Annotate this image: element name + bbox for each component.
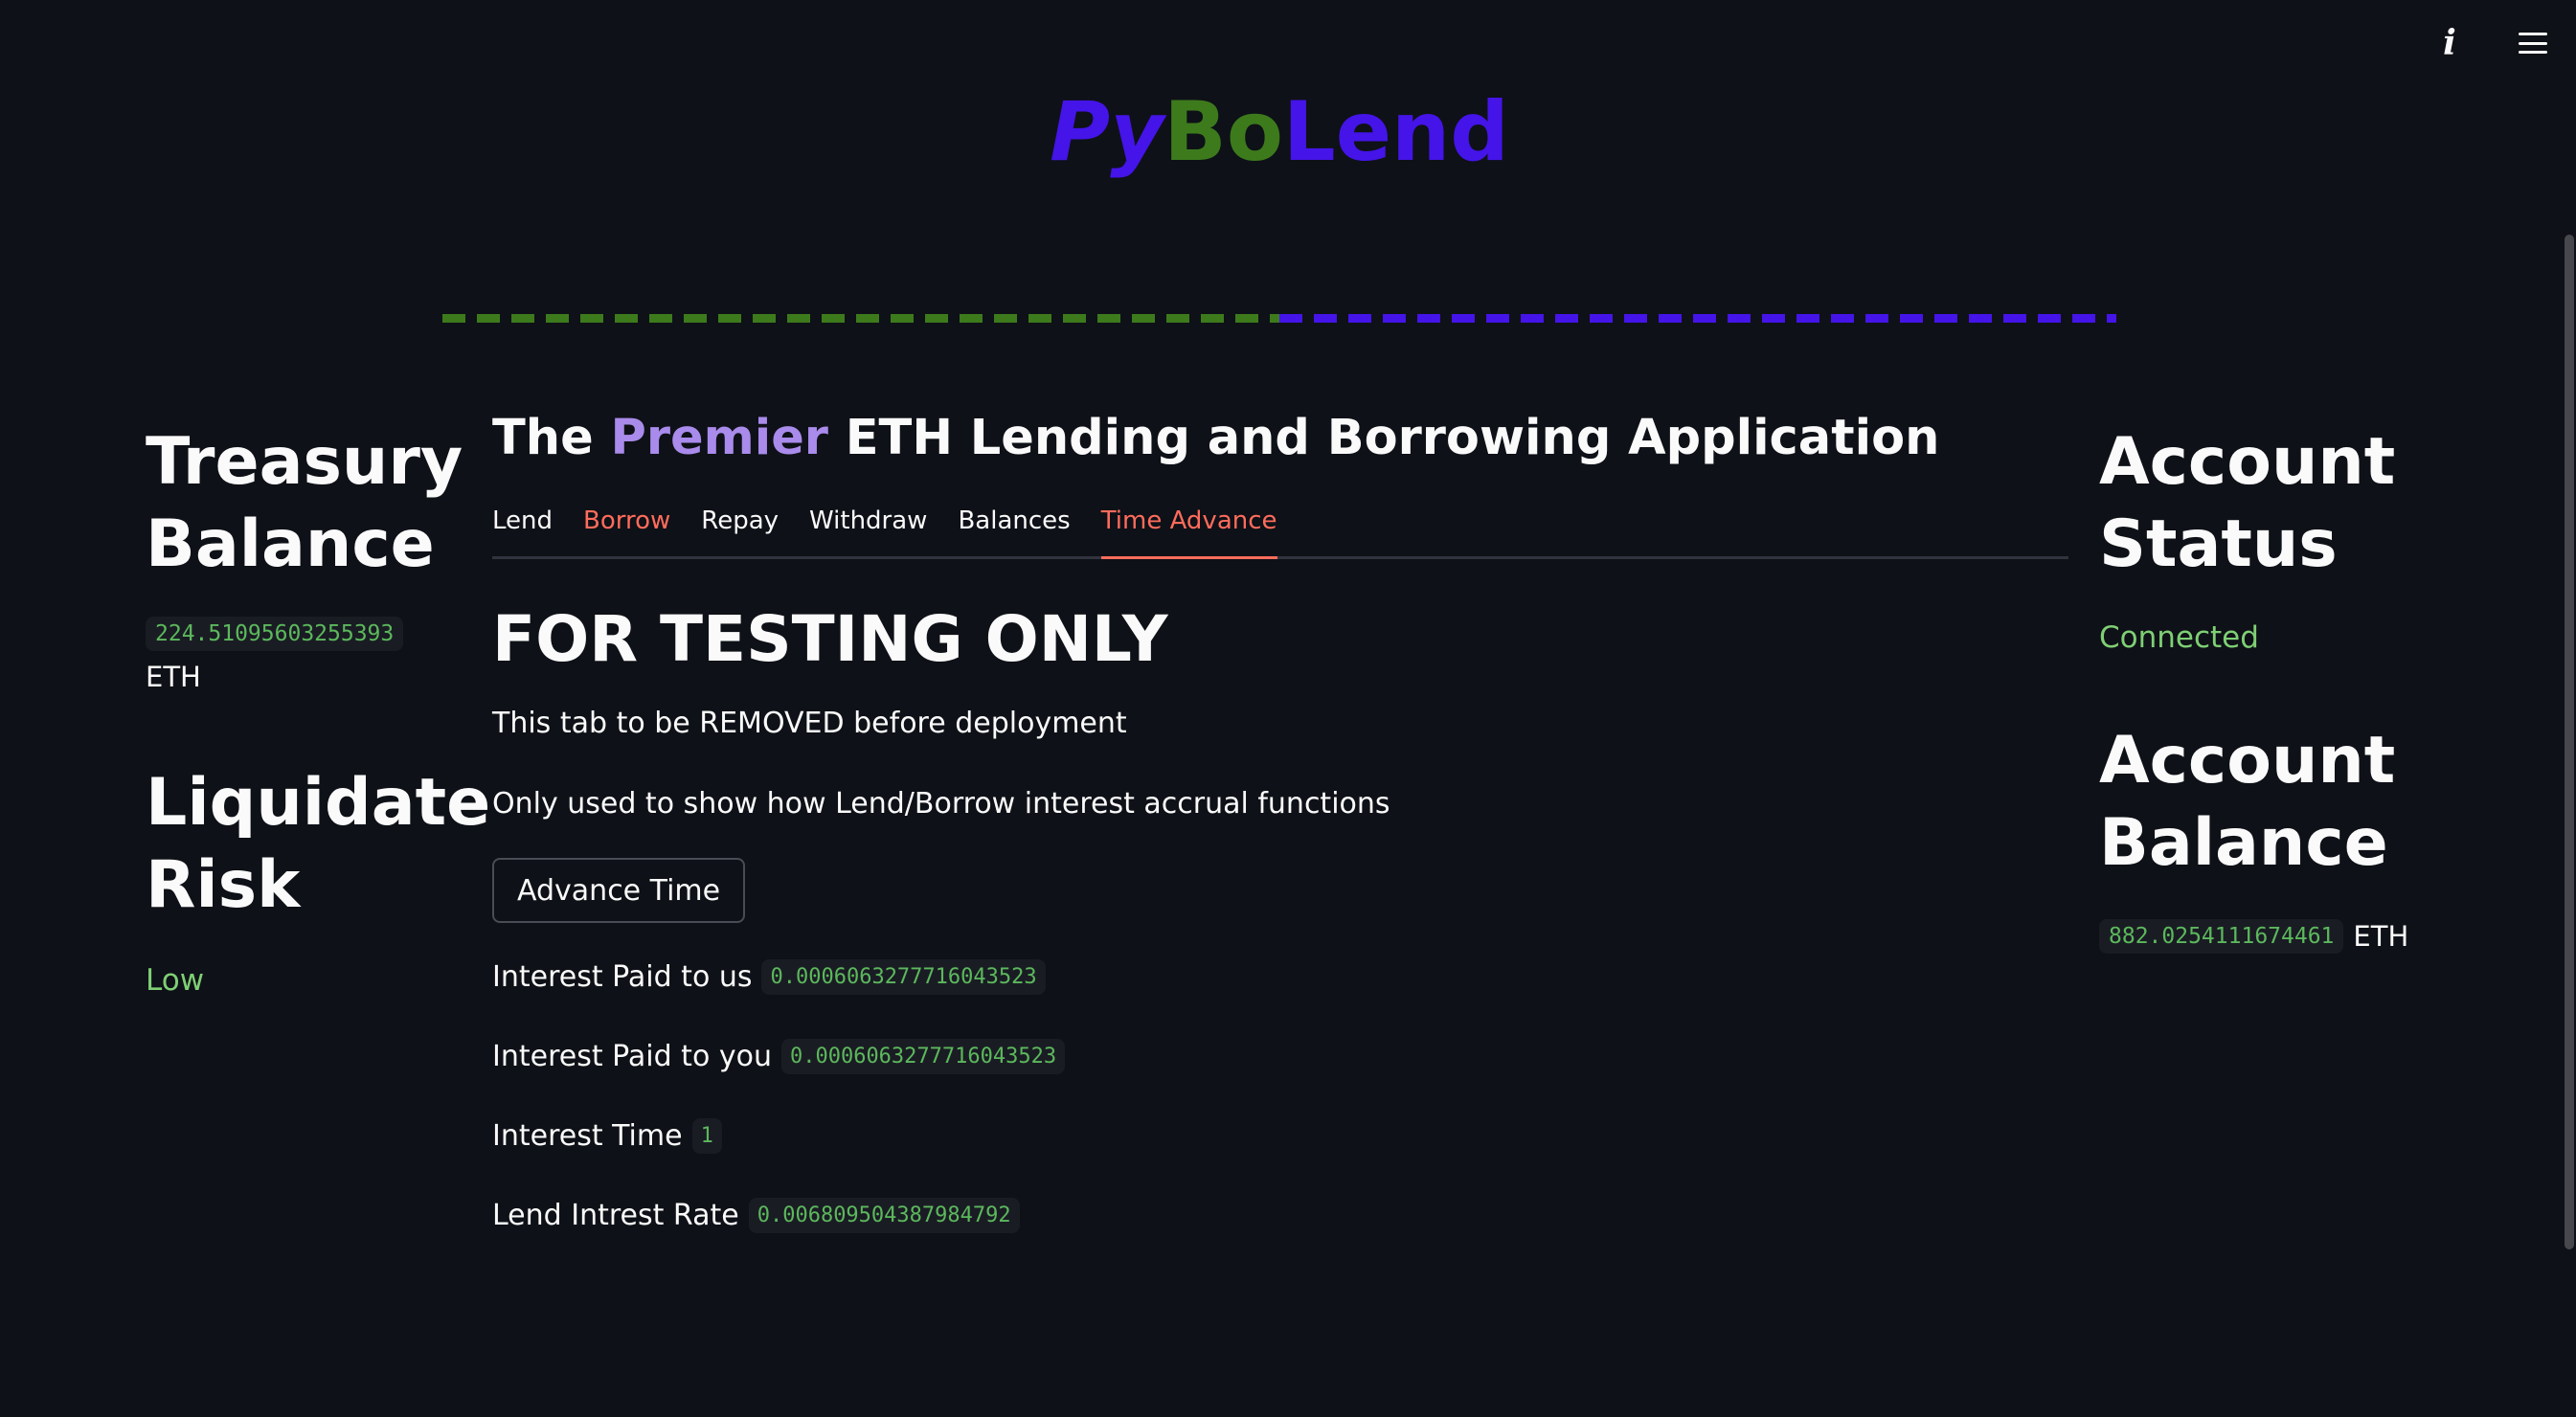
main-content: The Premier ETH Lending and Borrowing Ap… [492, 407, 2068, 1236]
row-label: Interest Paid to us [492, 959, 753, 994]
app-page: i PyBoLend Treasury Balance 224.51095603… [0, 0, 2576, 1417]
account-status-heading-line1: Account [2099, 424, 2396, 500]
row-label: Lend Intrest Rate [492, 1198, 739, 1232]
lend-interest-rate-row: Lend Intrest Rate 0.006809504387984792 [492, 1194, 2068, 1236]
title-prefix: The [492, 410, 611, 466]
left-sidebar: Treasury Balance 224.51095603255393 ETH … [146, 421, 490, 998]
liquidate-risk-section: Liquidate Risk Low [146, 762, 490, 998]
hamburger-menu-icon[interactable] [2509, 19, 2557, 67]
tab-bar: Lend Borrow Repay Withdraw Balances Time… [492, 503, 2068, 559]
treasury-balance-section: Treasury Balance 224.51095603255393 ETH [146, 421, 463, 693]
logo-part-lend: Lend [1282, 84, 1509, 180]
info-icon[interactable]: i [2426, 19, 2474, 67]
divider-green-half [442, 314, 1279, 323]
account-status-heading: Account Status [2099, 421, 2559, 586]
liquidate-risk-heading: Liquidate Risk [146, 762, 490, 927]
right-sidebar: Account Status Connected Account Balance… [2099, 421, 2559, 954]
account-balance-heading-line1: Account [2099, 723, 2396, 798]
tab-borrow[interactable]: Borrow [583, 503, 670, 556]
divider-blue-half [1279, 314, 2116, 323]
account-balance-heading-line2: Balance [2099, 805, 2388, 881]
account-balance-unit: ETH [2353, 920, 2409, 953]
treasury-balance-value: 224.51095603255393 [146, 617, 404, 651]
usage-notice: Only used to show how Lend/Borrow intere… [492, 787, 1390, 821]
tab-repay[interactable]: Repay [701, 503, 779, 556]
title-suffix: ETH Lending and Borrowing Application [827, 410, 1940, 466]
account-balance-section: Account Balance 882.0254111674461 ETH [2099, 720, 2559, 954]
liquidate-risk-value: Low [146, 963, 205, 998]
removal-notice: This tab to be REMOVED before deployment [492, 707, 1127, 740]
interest-time-row: Interest Time 1 [492, 1114, 2068, 1157]
treasury-heading-line2: Balance [146, 506, 435, 582]
title-accent: Premier [610, 410, 828, 466]
row-value: 0.006809504387984792 [748, 1197, 1020, 1233]
app-logo: PyBoLend [0, 91, 2559, 173]
account-balance-heading: Account Balance [2099, 720, 2559, 885]
account-balance-line: 882.0254111674461 ETH [2099, 919, 2559, 954]
interest-paid-to-us-row: Interest Paid to us 0.000606327771604352… [492, 956, 2068, 998]
advance-time-button[interactable]: Advance Time [492, 858, 746, 923]
tab-time-advance[interactable]: Time Advance [1100, 503, 1277, 559]
row-value: 0.0006063277716043523 [761, 958, 1046, 995]
treasury-heading-line1: Treasury [146, 424, 463, 500]
row-label: Interest Paid to you [492, 1039, 772, 1073]
liquidate-heading-line1: Liquidate [146, 765, 491, 841]
row-value: 0.0006063277716043523 [780, 1038, 1066, 1074]
logo-part-py: Py [1050, 84, 1164, 180]
tab-lend[interactable]: Lend [492, 503, 553, 556]
account-status-heading-line2: Status [2099, 506, 2338, 582]
tab-balances[interactable]: Balances [958, 503, 1070, 556]
account-status-section: Account Status Connected [2099, 421, 2559, 655]
account-balance-value: 882.0254111674461 [2099, 919, 2344, 954]
treasury-balance-unit: ETH [146, 661, 201, 693]
vertical-scrollbar[interactable] [2565, 235, 2574, 1249]
tab-withdraw[interactable]: Withdraw [809, 503, 927, 556]
liquidate-heading-line2: Risk [146, 847, 301, 923]
interest-paid-to-you-row: Interest Paid to you 0.00060632777160435… [492, 1035, 2068, 1077]
logo-part-bo: Bo [1164, 84, 1283, 180]
dashed-divider [442, 314, 2116, 323]
account-status-value: Connected [2099, 620, 2259, 655]
page-title: The Premier ETH Lending and Borrowing Ap… [492, 407, 2068, 470]
row-value: 1 [691, 1117, 722, 1154]
interest-info-list: Interest Paid to us 0.000606327771604352… [492, 956, 2068, 1236]
treasury-balance-heading: Treasury Balance [146, 421, 463, 586]
row-label: Interest Time [492, 1118, 683, 1153]
testing-heading: FOR TESTING ONLY [492, 602, 1168, 676]
